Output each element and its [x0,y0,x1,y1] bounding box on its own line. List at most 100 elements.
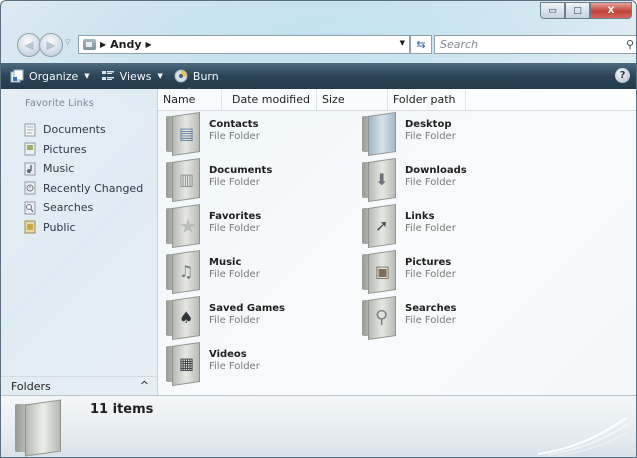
address-bar[interactable]: ▶ Andy ▶ ▼ [78,35,410,54]
downloads-folder-icon: ⬇ [360,158,398,202]
item-type: File Folder [209,315,260,326]
refresh-button[interactable]: ⇆ [410,35,432,54]
navigation-pane: Favorite Links Documents Pictures Music … [1,89,158,395]
column-header-size[interactable]: Size [317,89,388,110]
favorite-link-pictures[interactable]: Pictures [23,140,143,160]
column-header-date-modified[interactable]: Date modified [222,89,317,110]
column-header-label: Size [322,93,345,106]
item-name: Music [209,257,242,268]
list-item[interactable]: ★ Favorites File Folder [164,204,354,248]
folders-toggle[interactable]: Folders ^ [1,376,157,396]
organize-dropdown-icon: ▼ [84,72,90,80]
caption-buttons: ▭ □ X [540,2,632,19]
help-button[interactable]: ? [615,68,630,83]
breadcrumb-chevron-icon[interactable]: ▶ [100,40,106,49]
item-name: Links [405,211,435,222]
item-type: File Folder [405,177,456,188]
item-name: Contacts [209,119,259,130]
favorite-link-public[interactable]: Public [23,218,143,238]
back-button[interactable]: ◀ [17,33,41,57]
forward-button[interactable]: ▶ [39,33,63,57]
pictures-folder-icon: ▣ [360,250,398,294]
folder-location-icon [83,39,96,50]
item-type: File Folder [209,177,260,188]
list-item[interactable]: ▤ Contacts File Folder [164,112,354,156]
search-box[interactable]: ⚲ [434,35,636,54]
favorite-links-heading: Favorite Links [25,98,94,109]
list-item[interactable]: ⚲ Searches File Folder [360,296,550,340]
file-list-pane: ^ Name Date modified Size Folder path ▤ … [158,87,636,395]
item-name: Searches [405,303,457,314]
forward-arrow-icon: ▶ [46,38,56,52]
burn-label: Burn [192,69,219,83]
favorite-link-recently-changed[interactable]: Recently Changed [23,179,143,199]
list-item[interactable]: Desktop File Folder [360,112,550,156]
minimize-button[interactable]: ▭ [540,2,565,19]
folders-label: Folders [11,380,51,393]
list-item[interactable]: ▥ Documents File Folder [164,158,354,202]
favorite-link-label: Music [43,162,75,176]
organize-button[interactable]: Organize ▼ [9,68,90,84]
favorite-link-label: Pictures [43,142,87,156]
favorite-link-music[interactable]: Music [23,159,143,179]
desktop-folder-icon [360,112,398,156]
list-item[interactable]: ➚ Links File Folder [360,204,550,248]
list-item[interactable]: ▦ Videos File Folder [164,342,354,386]
address-row: ◀ ▶ ▽ ▶ Andy ▶ ▼ ⇆ ⚲ [1,27,636,61]
favorite-link-documents[interactable]: Documents [23,120,143,140]
item-name: Favorites [209,211,262,222]
music-icon [23,162,37,176]
chevron-up-icon[interactable]: ^ [140,379,149,392]
list-item[interactable]: ▣ Pictures File Folder [360,250,550,294]
searches-icon [23,201,37,215]
item-type: File Folder [209,269,260,280]
search-input[interactable] [440,37,610,52]
item-type: File Folder [405,223,456,234]
views-button[interactable]: Views ▼ [100,68,163,84]
back-arrow-icon: ◀ [24,38,34,52]
item-name: Pictures [405,257,452,268]
documents-folder-icon: ▥ [164,158,202,202]
column-header-name[interactable]: ^ Name [158,87,222,110]
burn-disc-icon [173,68,189,84]
favorite-link-searches[interactable]: Searches [23,198,143,218]
command-toolbar: Organize ▼ Views ▼ Burn ? [1,63,636,89]
favorite-links-list: Documents Pictures Music Recently Change… [23,120,143,237]
favorite-link-label: Documents [43,123,106,137]
list-item[interactable]: ⬇ Downloads File Folder [360,158,550,202]
views-label: Views [119,69,152,83]
contacts-folder-icon: ▤ [164,112,202,156]
close-button[interactable]: X [590,2,632,19]
item-name: Videos [209,349,247,360]
item-count: 11 items [90,402,154,417]
column-headers: ^ Name Date modified Size Folder path [158,87,636,111]
recent-pages-dropdown[interactable]: ▽ [65,38,70,46]
favorite-link-label: Searches [43,201,94,215]
item-type: File Folder [209,223,260,234]
column-header-folder-path[interactable]: Folder path [388,89,466,110]
favorite-link-label: Recently Changed [43,181,144,195]
explorer-window: ▭ □ X ◀ ▶ ▽ ▶ Andy ▶ ▼ ⇆ ⚲ Organize ▼ [0,0,637,458]
address-history-dropdown-icon[interactable]: ▼ [400,39,405,47]
item-name: Downloads [405,165,467,176]
refresh-icon: ⇆ [416,38,426,51]
list-item[interactable]: ♠ Saved Games File Folder [164,296,354,340]
videos-folder-icon: ▦ [164,342,202,386]
views-icon [100,68,116,84]
breadcrumb-chevron-icon[interactable]: ▶ [146,40,152,49]
music-folder-icon: ♫ [164,250,202,294]
organize-label: Organize [29,69,79,83]
search-icon[interactable]: ⚲ [626,38,634,51]
pictures-icon [23,142,37,156]
item-name: Documents [209,165,273,176]
burn-button[interactable]: Burn [173,68,219,84]
documents-icon [23,123,37,137]
views-dropdown-icon: ▼ [157,72,163,80]
breadcrumb-andy[interactable]: Andy [110,38,141,51]
maximize-button[interactable]: □ [565,2,590,19]
list-item[interactable]: ♫ Music File Folder [164,250,354,294]
item-type: File Folder [405,131,456,142]
item-type: File Folder [405,315,456,326]
column-header-label: Date modified [232,93,310,106]
favorite-link-label: Public [43,220,76,234]
